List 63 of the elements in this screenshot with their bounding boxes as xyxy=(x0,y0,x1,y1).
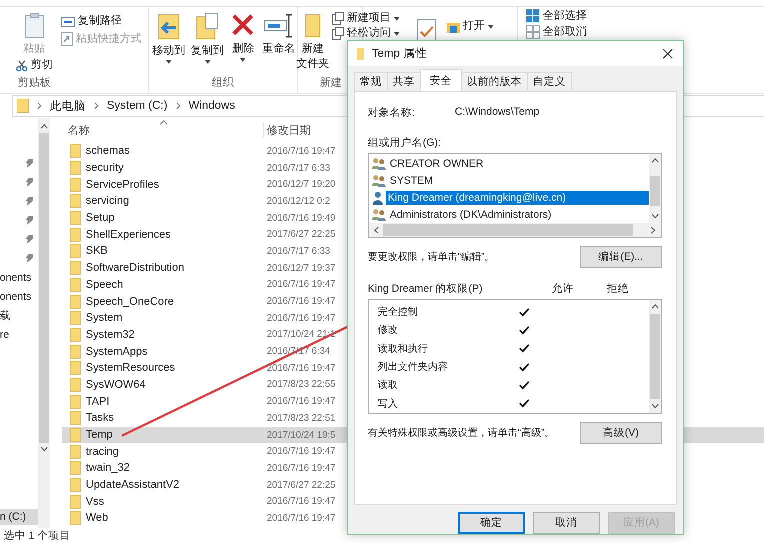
file-name: SoftwareDistribution xyxy=(85,262,186,274)
file-name: schemas xyxy=(85,145,132,158)
modified-date: 2016/12/7 19:37 xyxy=(267,262,336,274)
file-name: ShellExperiences xyxy=(85,228,172,241)
file-name: SysWOW64 xyxy=(85,378,147,391)
file-name: TAPI xyxy=(85,396,111,408)
file-name: Temp xyxy=(85,429,114,442)
permission-name: 读取和执行 xyxy=(378,342,429,356)
file-name: ServiceProfiles xyxy=(85,178,160,191)
file-name: Setup xyxy=(85,212,116,224)
file-name: tracing xyxy=(85,446,120,458)
file-name: SKB xyxy=(85,245,110,258)
modified-date: 2016/7/16 19:47 xyxy=(267,312,336,324)
section-label: King Dreamer 的权限(P) xyxy=(368,282,484,296)
modified-date: 2016/7/16 19:47 xyxy=(267,446,336,458)
modified-date: 2016/12/7 19:20 xyxy=(267,179,336,190)
group-label: 组织 xyxy=(211,76,235,91)
file-name: security xyxy=(85,162,125,174)
modified-date: 2017/8/23 22:55 xyxy=(267,379,336,390)
file-name: Tasks xyxy=(85,412,116,424)
modified-date: 2016/7/16 19:47 xyxy=(267,396,336,408)
modified-date: 2016/7/16 19:47 xyxy=(267,362,336,374)
object-name: C:\Windows\Temp xyxy=(455,106,540,120)
permission-name: 修改 xyxy=(378,324,399,338)
permission-name: 列出文件夹内容 xyxy=(378,360,449,374)
modified-date: 2017/10/24 19:5 xyxy=(267,430,336,441)
permission-name: 读取 xyxy=(378,378,399,392)
permission-name: 完全控制 xyxy=(378,306,419,320)
column-header: 允许 xyxy=(552,282,575,296)
modified-date: 2016/7/16 19:49 xyxy=(267,212,336,224)
field-label: 对象名称: xyxy=(368,106,416,120)
file-name: servicing xyxy=(85,195,130,208)
section-label: 组或用户名(G): xyxy=(368,136,442,150)
modified-date: 2016/7/16 19:47 xyxy=(267,296,336,308)
file-name: UpdateAssistantV2 xyxy=(85,479,181,492)
column-header: 拒绝 xyxy=(607,282,630,296)
window-title: Temp 属性 xyxy=(372,46,428,61)
file-name: Web xyxy=(85,512,110,524)
modified-date: 2016/7/16 19:47 xyxy=(267,146,336,157)
hint-text: 要更改权限，请单击“编辑”。 xyxy=(368,250,495,264)
file-name: Vss xyxy=(85,496,106,508)
modified-date: 2016/7/16 19:47 xyxy=(267,279,336,290)
modified-date: 2016/7/17 6:33 xyxy=(267,246,330,257)
modified-date: 2017/8/23 22:51 xyxy=(267,412,336,424)
hint-text: 有关特殊权限或高级设置，请单击“高级”。 xyxy=(368,426,555,440)
file-name: Speech xyxy=(85,278,124,291)
file-name: System xyxy=(85,312,124,324)
group-label: 新建 xyxy=(319,76,343,91)
file-name: System32 xyxy=(85,328,136,341)
modified-date: 2016/7/16 19:47 xyxy=(267,496,336,508)
file-name: SystemApps xyxy=(85,346,149,358)
file-name: twain_32 xyxy=(85,462,132,474)
modified-date: 2017/6/27 22:25 xyxy=(267,480,336,491)
modified-date: 2016/12/12 0:2 xyxy=(267,196,330,207)
group-label: 剪贴板 xyxy=(17,76,52,91)
file-name: Speech_OneCore xyxy=(85,296,176,308)
permission-name: 写入 xyxy=(378,398,399,411)
modified-date: 2016/7/17 6:33 xyxy=(267,162,330,174)
modified-date: 2016/7/16 19:47 xyxy=(267,512,336,524)
modified-date: 2017/6/27 22:25 xyxy=(267,229,336,240)
file-name: SystemResources xyxy=(85,362,176,374)
modified-date: 2016/7/16 19:47 xyxy=(267,462,336,474)
status-text: 选中 1 个项目 xyxy=(4,528,71,542)
